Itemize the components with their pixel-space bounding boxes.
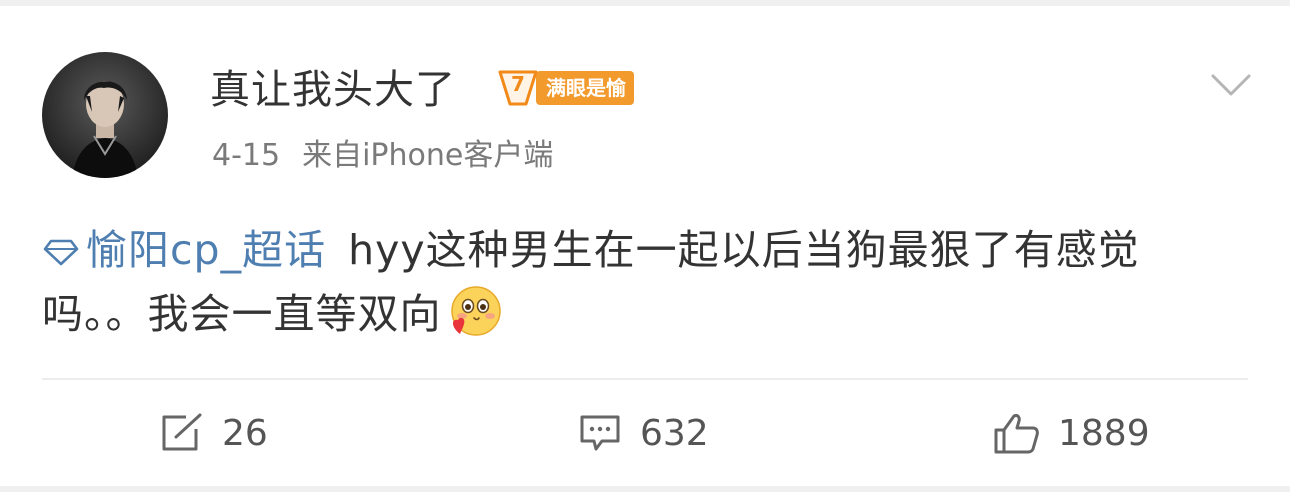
author-name[interactable]: 真让我头大了 (210, 66, 456, 114)
divider (42, 378, 1248, 380)
repost-button[interactable]: 26 (160, 408, 268, 458)
post-meta: 4-15 来自iPhone客户端 (212, 136, 553, 176)
badge-level: 7 (511, 72, 525, 96)
badge-label: 满眼是愉 (536, 71, 634, 105)
comment-icon (580, 415, 620, 451)
repost-icon (162, 413, 202, 451)
comment-count: 632 (640, 412, 709, 454)
post-content: 愉阳cp_超话 hyy这种男生在一起以后当狗最狠了有感觉吗。。我会一直等双向 (42, 218, 1242, 346)
like-button[interactable]: 1889 (992, 408, 1150, 458)
blush-heart-emoji-icon (448, 284, 502, 338)
weibo-post-card: 真让我头大了 7 满眼是愉 4-15 来自iPhone客户端 愉阳cp_超话 hyy… (0, 6, 1290, 486)
badge-level-icon: 7 (496, 68, 540, 108)
avatar[interactable] (42, 52, 168, 178)
diamond-icon (43, 239, 79, 266)
post-date: 4-15 (212, 138, 281, 173)
repost-count: 26 (222, 412, 268, 454)
comment-button[interactable]: 632 (578, 408, 709, 458)
thumbs-up-icon (994, 414, 1039, 454)
chevron-down-icon[interactable] (1210, 72, 1252, 98)
fan-badge[interactable]: 7 满眼是愉 (496, 68, 634, 108)
topic-link[interactable]: 愉阳cp_超话 (42, 226, 326, 274)
like-count: 1889 (1058, 412, 1150, 454)
topic-name: 愉阳cp_超话 (86, 226, 327, 274)
post-source: 来自iPhone客户端 (302, 138, 554, 173)
